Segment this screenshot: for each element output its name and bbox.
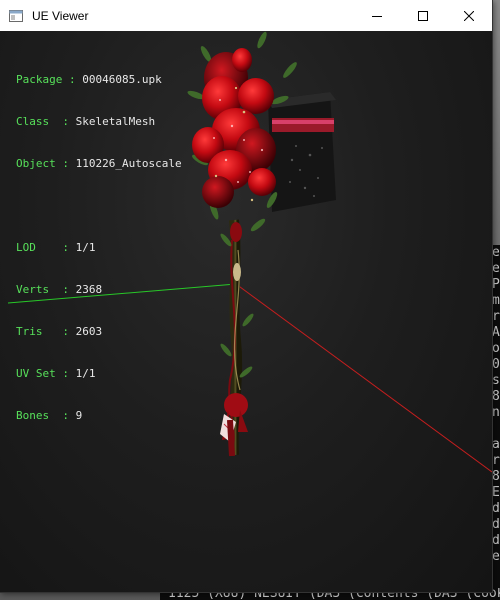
info-separator: : — [62, 157, 76, 170]
close-icon — [464, 10, 474, 21]
dark-box — [268, 92, 336, 212]
info-value: 110226_Autoscale — [75, 157, 182, 170]
info-label: Tris — [16, 325, 63, 338]
info-label: Bones — [16, 409, 63, 422]
3d-viewport[interactable]: Package : 00046085.upk Class : SkeletalM… — [0, 31, 492, 592]
info-package: Package : 00046085.upk — [16, 73, 182, 87]
minimize-button[interactable] — [354, 0, 400, 31]
info-separator: : — [62, 241, 76, 254]
info-separator: : — [62, 73, 83, 86]
axis-x-line — [235, 283, 492, 473]
mesh-info-overlay: Package : 00046085.upk Class : SkeletalM… — [16, 45, 182, 451]
window-title: UE Viewer — [32, 8, 89, 23]
roses — [192, 48, 276, 242]
app-icon — [8, 8, 24, 24]
info-separator: : — [62, 367, 76, 380]
info-lod: LOD : 1/1 — [16, 241, 182, 255]
info-label: Package — [16, 73, 63, 86]
ue-viewer-window: UE Viewer Package: 00046085.upk Class:… — [0, 0, 493, 593]
info-label: Object — [16, 157, 63, 170]
maximize-icon — [418, 10, 428, 21]
info-value: 9 — [75, 409, 83, 422]
info-value: SkeletalMesh — [75, 115, 156, 128]
info-label: UV Set — [16, 367, 63, 380]
info-separator: : — [62, 409, 76, 422]
info-label: Class — [16, 115, 63, 128]
info-separator: : — [62, 115, 76, 128]
info-value: 2368 — [75, 283, 103, 296]
info-object: Object : 110226_Autoscale — [16, 157, 182, 171]
info-separator: : — [62, 283, 76, 296]
close-button[interactable] — [446, 0, 492, 31]
maximize-button[interactable] — [400, 0, 446, 31]
info-class: Class : SkeletalMesh — [16, 115, 182, 129]
ribbon-and-card — [220, 393, 248, 457]
info-value: 00046085.upk — [82, 73, 162, 86]
minimize-icon — [372, 15, 382, 17]
info-value: 1/1 — [75, 367, 96, 380]
info-value: 1/1 — [75, 241, 96, 254]
info-value: 2603 — [75, 325, 103, 338]
info-label: Verts — [16, 283, 63, 296]
title-bar[interactable]: UE Viewer — [0, 0, 492, 31]
info-uv-set: UV Set : 1/1 — [16, 367, 182, 381]
info-separator: : — [62, 325, 76, 338]
desktop: eePmrAo0s8nar8Eddde 1125 (XUU) NESUIT (D… — [0, 0, 500, 600]
info-tris: Tris : 2603 — [16, 325, 182, 339]
info-bones: Bones : 9 — [16, 409, 182, 423]
info-verts: Verts : 2368 — [16, 283, 182, 297]
info-label: LOD — [16, 241, 63, 254]
